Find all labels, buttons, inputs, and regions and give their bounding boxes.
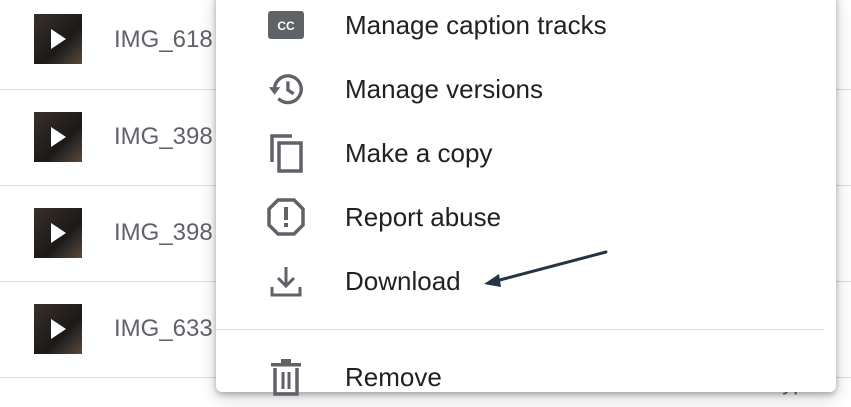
annotation-arrow <box>484 250 608 287</box>
